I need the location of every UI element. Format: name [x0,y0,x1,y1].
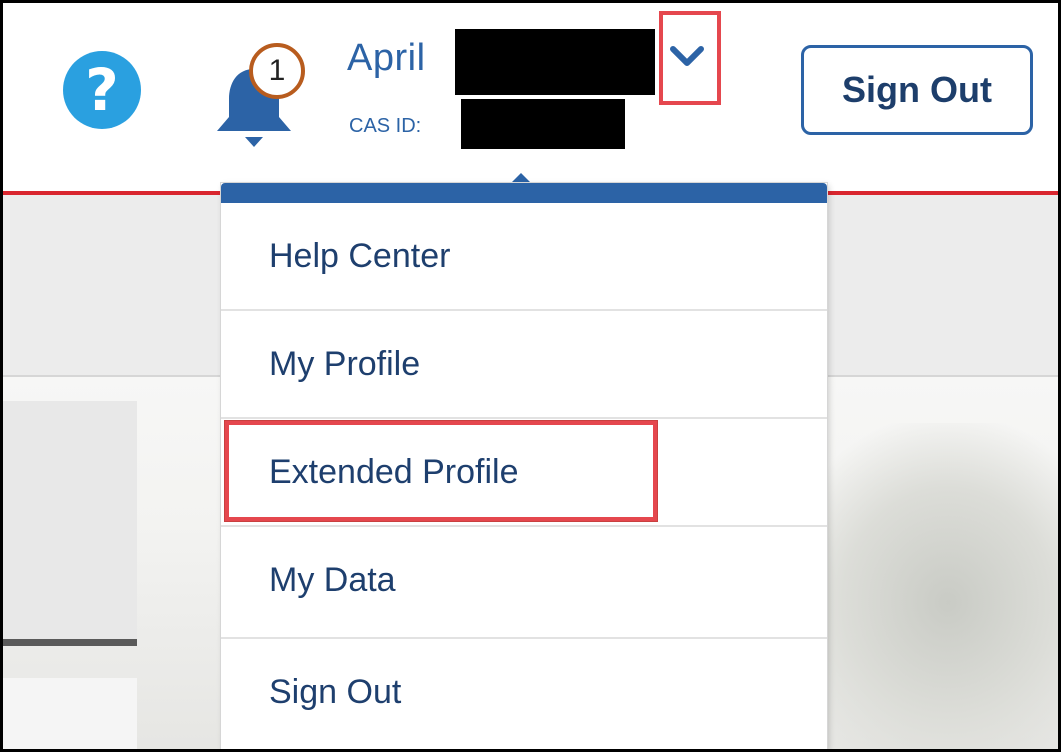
annotation-box-chevron [659,11,721,105]
cas-id-label: CAS ID: [349,115,422,137]
menu-item-help-center[interactable]: Help Center [221,203,827,309]
screenshot-frame: ? 1 April CAS ID: Sign Out Help Center M… [0,0,1061,752]
menu-item-my-data[interactable]: My Data [221,525,827,631]
notification-count-badge: 1 [249,43,305,99]
left-content-panel [3,401,137,639]
dropdown-top-bar [221,183,827,203]
redaction-block-name [455,29,655,95]
menu-item-sign-out[interactable]: Sign Out [221,637,827,743]
redaction-block-id [461,99,625,149]
left-content-lower [3,678,137,749]
annotation-box-extended-profile [225,421,657,521]
sign-out-button[interactable]: Sign Out [801,45,1033,135]
user-name[interactable]: April [347,37,426,80]
left-panel-divider [3,639,137,646]
help-icon[interactable]: ? [63,51,141,129]
menu-item-my-profile[interactable]: My Profile [221,309,827,415]
